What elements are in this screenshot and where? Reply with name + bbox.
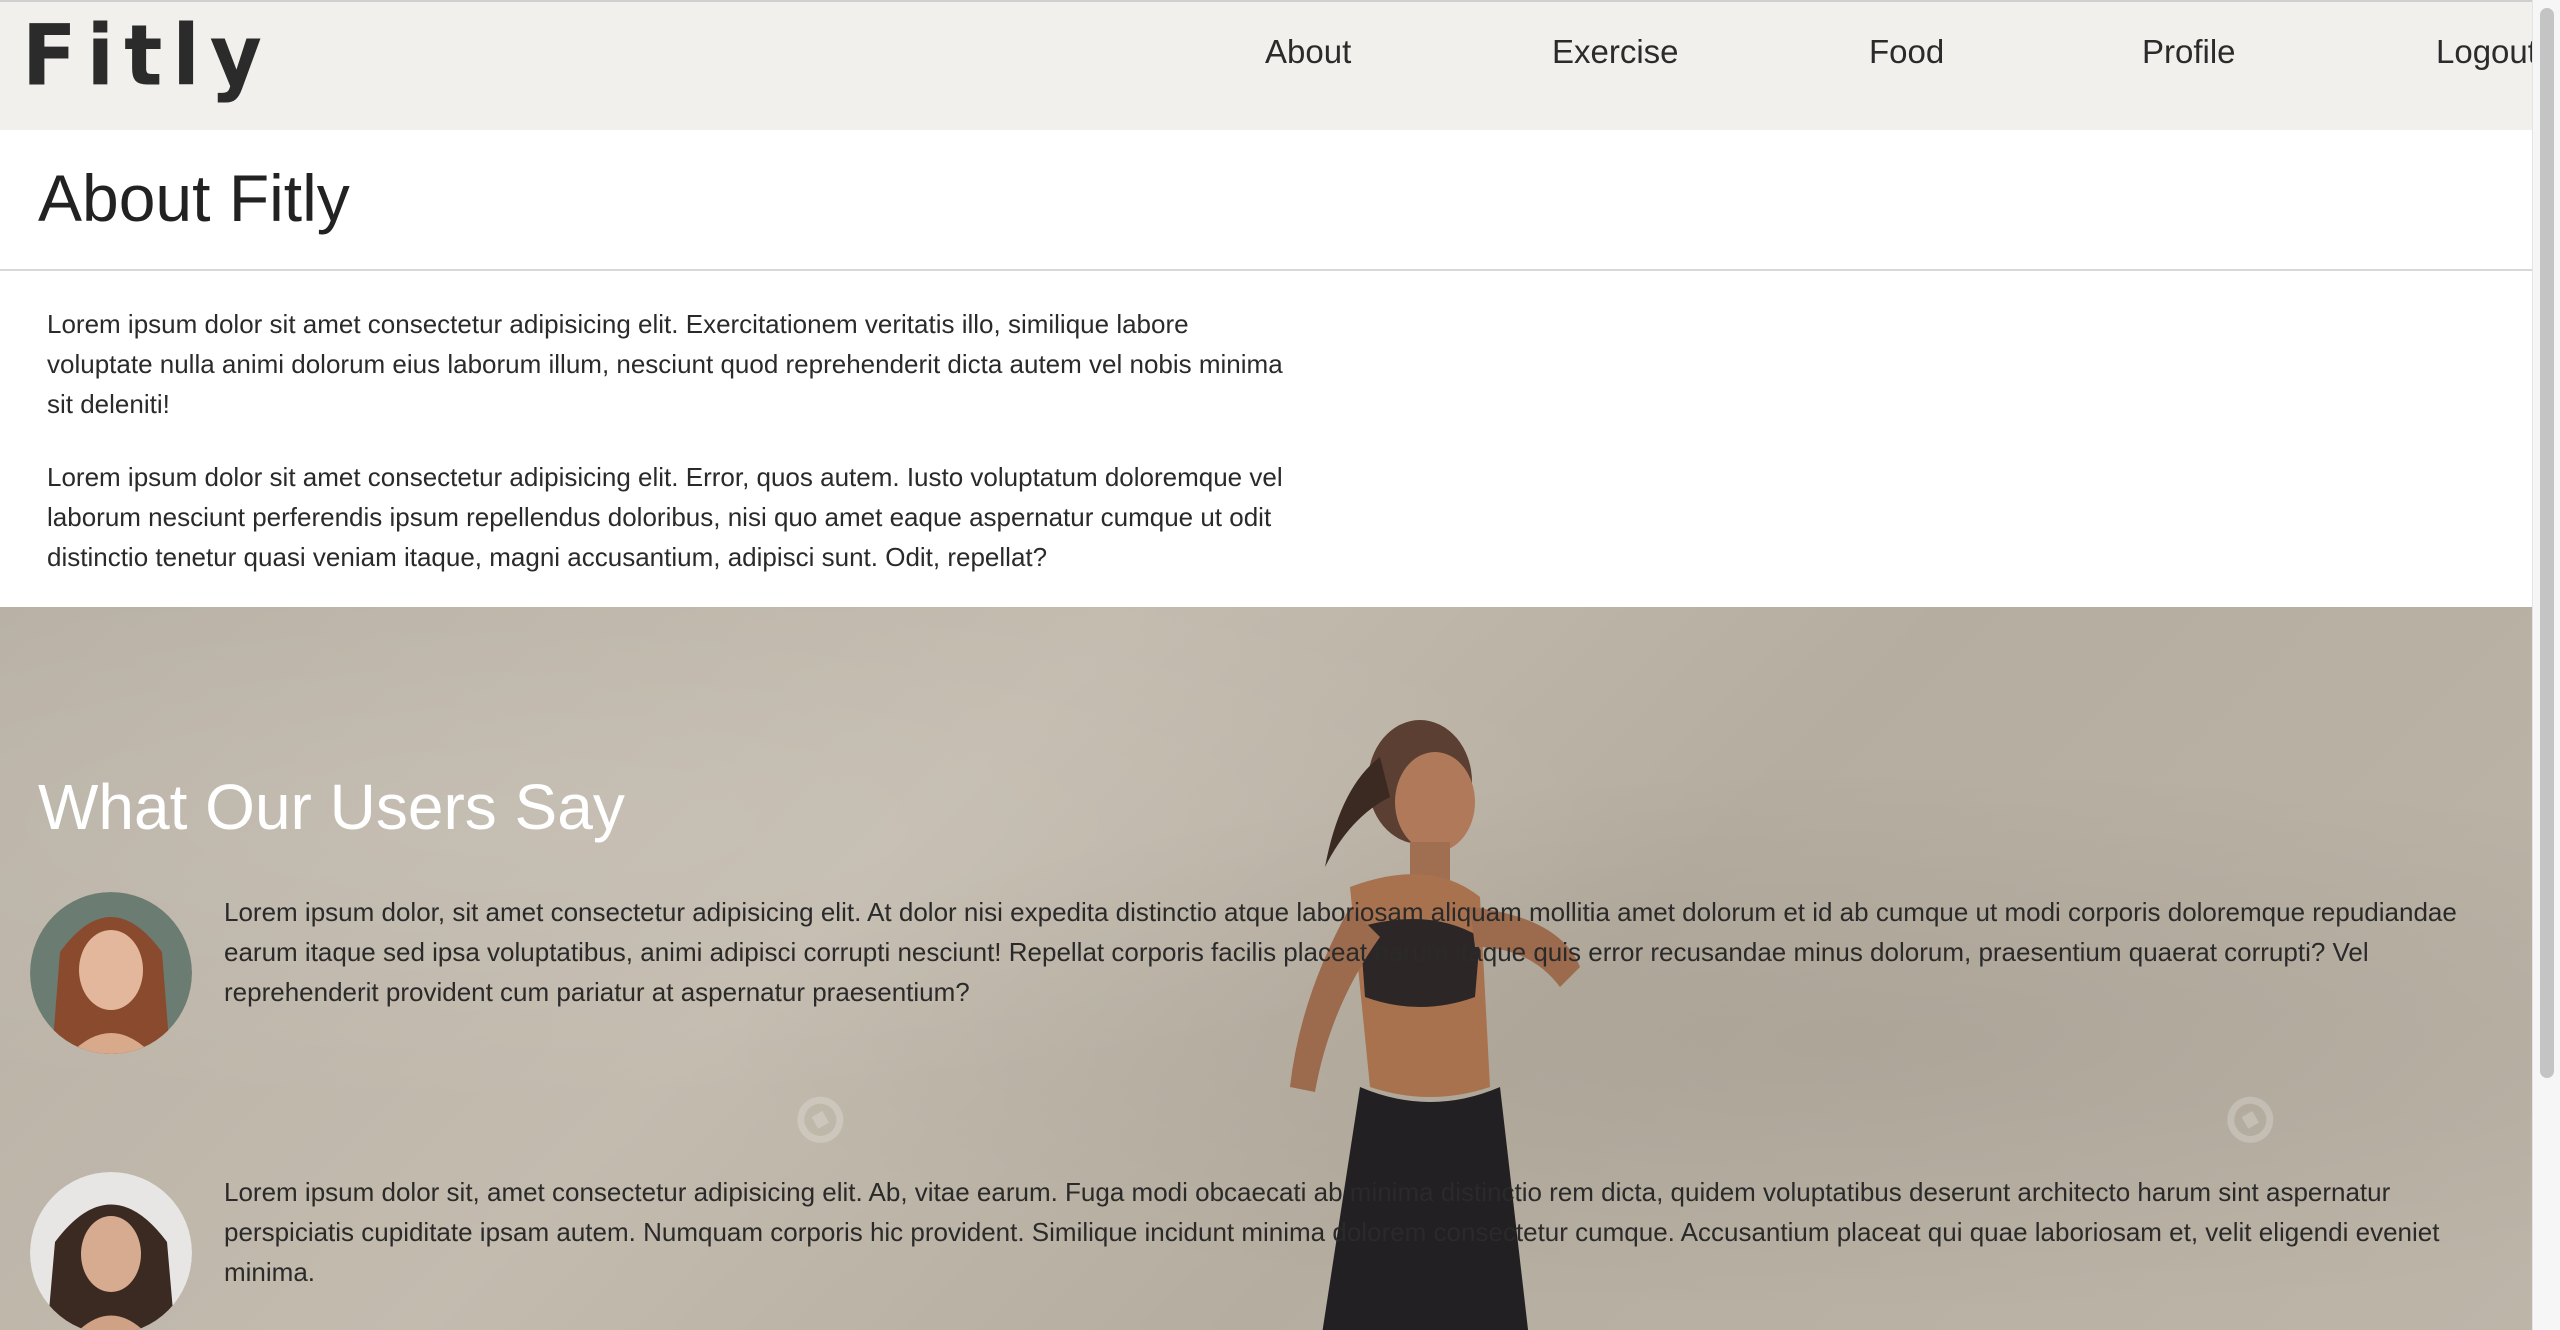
nav-link-logout[interactable]: Logout xyxy=(2436,32,2537,72)
about-header: About Fitly xyxy=(0,130,2532,271)
nav-link-about[interactable]: About xyxy=(1265,32,1351,72)
watermark-logo: ⊙ xyxy=(2204,1069,2295,1167)
about-body: Lorem ipsum dolor sit amet consectetur a… xyxy=(47,304,1297,610)
about-paragraph: Lorem ipsum dolor sit amet consectetur a… xyxy=(47,462,1283,572)
fitly-logo[interactable]: Fitly xyxy=(22,13,272,98)
testimonials-title: What Our Users Say xyxy=(38,771,625,843)
testimonials-section: ⊙ ⊙ What Our Users Say Lorem ipsum dolor… xyxy=(0,607,2532,1330)
page-scrollbar[interactable] xyxy=(2532,0,2560,1330)
testimonial-text: Lorem ipsum dolor sit, amet consectetur … xyxy=(224,1177,2440,1287)
about-paragraph: Lorem ipsum dolor sit amet consectetur a… xyxy=(47,309,1283,419)
user-avatar xyxy=(30,892,192,1054)
user-avatar xyxy=(30,1172,192,1330)
nav-link-food[interactable]: Food xyxy=(1869,32,1944,72)
about-title: About Fitly xyxy=(38,161,350,235)
nav-link-exercise[interactable]: Exercise xyxy=(1552,32,1679,72)
testimonial-text: Lorem ipsum dolor, sit amet consectetur … xyxy=(224,897,2457,1007)
nav-link-profile[interactable]: Profile xyxy=(2142,32,2236,72)
watermark-logo: ⊙ xyxy=(774,1069,865,1167)
navbar: Fitly About Exercise Food Profile Logout xyxy=(0,0,2537,130)
scrollbar-thumb[interactable] xyxy=(2540,8,2554,1078)
